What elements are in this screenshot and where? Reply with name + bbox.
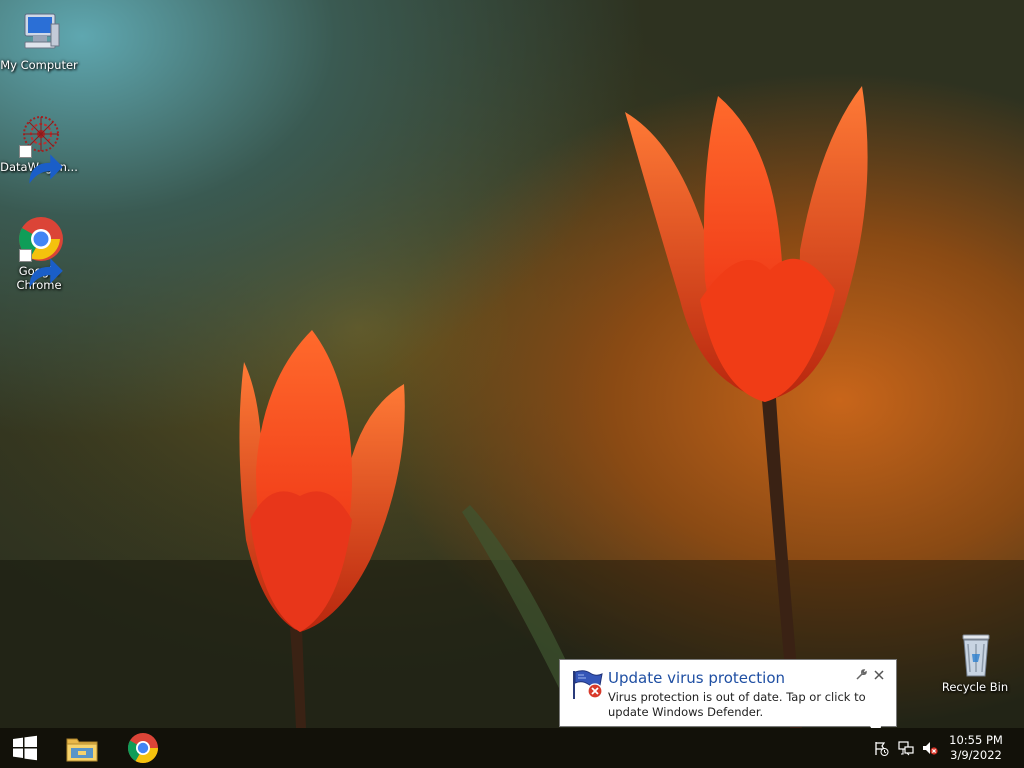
taskbar-clock[interactable]: 10:55 PM 3/9/2022 (946, 733, 1006, 763)
computer-icon (15, 10, 63, 56)
close-icon[interactable] (872, 668, 886, 682)
notification-title: Update virus protection (608, 669, 786, 687)
action-center-flag-icon[interactable] (873, 740, 889, 756)
taskbar-file-explorer[interactable] (54, 728, 110, 768)
desktop-icon-datawagon[interactable]: DataWagon... (0, 112, 78, 184)
desktop-icon-my-computer[interactable]: My Computer (0, 10, 78, 72)
recycle-bin-icon (951, 632, 999, 678)
desktop-wallpaper (0, 0, 1024, 728)
notification-balloon[interactable]: Update virus protection Virus protection… (559, 659, 897, 727)
desktop-icon-recycle-bin[interactable]: Recycle Bin (936, 632, 1014, 694)
taskbar-chrome[interactable] (115, 728, 171, 768)
defender-flag-error-icon (570, 669, 604, 701)
desktop-icon-google-chrome[interactable]: Google Chrome (0, 216, 78, 292)
clock-date: 3/9/2022 (950, 748, 1002, 762)
clock-time: 10:55 PM (949, 733, 1003, 747)
shortcut-arrow-icon (19, 249, 63, 288)
start-button[interactable] (0, 728, 50, 768)
chrome-icon (15, 216, 63, 288)
wrench-icon[interactable] (854, 668, 868, 682)
chrome-icon (127, 733, 158, 764)
file-explorer-icon (66, 738, 98, 762)
desktop-icon-label: My Computer (0, 58, 78, 72)
datawagon-icon (15, 112, 63, 184)
windows-start-icon (13, 735, 37, 761)
network-icon[interactable] (898, 740, 914, 756)
taskbar: 10:55 PM 3/9/2022 (0, 728, 1024, 768)
desktop-icon-label: Recycle Bin (941, 680, 1009, 694)
shortcut-arrow-icon (19, 145, 63, 184)
notification-message: Virus protection is out of date. Tap or … (608, 690, 866, 719)
volume-muted-icon[interactable] (922, 740, 938, 756)
